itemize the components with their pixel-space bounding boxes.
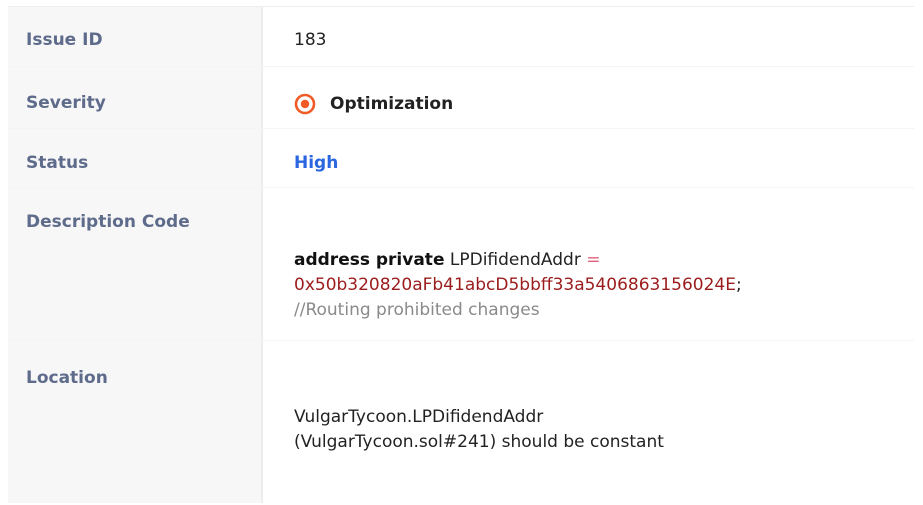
code-line-1: address private LPDifidendAddr = [294,248,914,273]
issue-detail-table: Issue ID 183 Severity Optimization Statu… [8,6,914,503]
issue-id-value: 183 [294,30,327,50]
description-code-label: Description Code [8,188,263,340]
issue-id-row: Issue ID 183 [8,7,914,67]
location-label: Location [8,341,263,503]
code-address: 0x50b320820aFb41abcD5bbff33a540686315602… [294,275,736,295]
description-code-row: Description Code address private LPDifid… [8,188,914,341]
severity-value-wrap: Optimization [294,93,914,115]
code-terminator: ; [735,275,742,295]
code-line-2: 0x50b320820aFb41abcD5bbff33a540686315602… [294,273,914,298]
location-row: Location VulgarTycoon.LPDifidendAddr (Vu… [8,341,914,503]
severity-label: Severity [8,67,263,128]
location-value: VulgarTycoon.LPDifidendAddr (VulgarTycoo… [263,341,914,503]
severity-row: Severity Optimization [8,67,914,129]
code-comment: //Routing prohibited changes [294,300,540,320]
location-line-2: (VulgarTycoon.sol#241) should be constan… [294,432,664,452]
location-line-1: VulgarTycoon.LPDifidendAddr [294,407,544,427]
status-row: Status High [8,129,914,188]
target-icon [294,93,316,115]
status-value: High [294,153,339,173]
code-operator: = [586,250,601,270]
issue-id-label: Issue ID [8,7,263,66]
code-identifier: LPDifidendAddr [449,250,581,270]
severity-value: Optimization [330,94,454,114]
status-label: Status [8,129,263,187]
code-keywords: address private [294,250,445,270]
description-code-block: address private LPDifidendAddr = 0x50b32… [263,188,914,340]
